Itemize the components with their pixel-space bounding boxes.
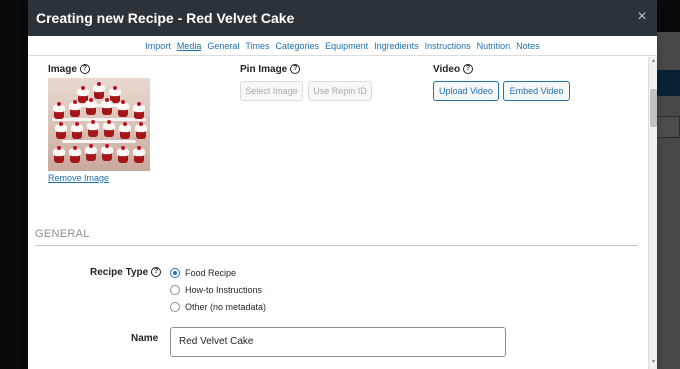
cupcake: [116, 100, 130, 117]
cupcake: [54, 122, 68, 139]
tab-ingredients[interactable]: Ingredients: [374, 41, 419, 51]
modal-scrollbar[interactable]: ▲ ▼: [648, 57, 657, 369]
tab-nutrition[interactable]: Nutrition: [477, 41, 511, 51]
scrollbar-thumb[interactable]: [650, 89, 657, 127]
modal-content: Image? Remove Image Pin Image ? Select I…: [28, 57, 648, 369]
cupcake: [100, 144, 114, 161]
modal-header: Creating new Recipe - Red Velvet Cake ×: [28, 0, 657, 36]
recipe-type-label: Recipe Type: [90, 267, 149, 278]
recipe-name-input[interactable]: Red Velvet Cake: [170, 327, 506, 357]
cupcake: [84, 98, 98, 115]
close-icon[interactable]: ×: [634, 8, 650, 26]
cupcake: [116, 146, 130, 163]
video-field-label: Video?: [433, 64, 474, 75]
cupcake: [86, 120, 100, 137]
recipe-image-thumbnail[interactable]: [48, 78, 150, 171]
cupcake: [52, 146, 66, 163]
radio-label: How-to Instructions: [185, 285, 263, 295]
cupcake: [68, 100, 82, 117]
tab-equipment[interactable]: Equipment: [325, 41, 368, 51]
radio-food-recipe[interactable]: Food Recipe: [170, 266, 236, 280]
video-label: Video: [433, 64, 461, 75]
cupcake: [100, 98, 114, 115]
tab-media[interactable]: Media: [177, 41, 202, 51]
scroll-up-arrow-icon[interactable]: ▲: [650, 58, 657, 64]
recipe-modal: Creating new Recipe - Red Velvet Cake × …: [28, 0, 657, 369]
tab-notes[interactable]: Notes: [516, 41, 540, 51]
tab-bar: Import Media General Times Categories Eq…: [28, 36, 657, 56]
radio-button[interactable]: [170, 285, 180, 295]
pin-image-field-label: Pin Image?: [240, 64, 301, 75]
help-circle-icon[interactable]: ?: [151, 267, 162, 278]
remove-image-link[interactable]: Remove Image: [48, 173, 109, 183]
tab-categories[interactable]: Categories: [276, 41, 320, 51]
cupcake: [118, 122, 132, 139]
scroll-down-arrow-icon[interactable]: ▼: [650, 359, 657, 365]
modal-title: Creating new Recipe - Red Velvet Cake: [36, 10, 295, 26]
help-circle-icon[interactable]: ?: [463, 64, 474, 75]
image-label: Image: [48, 64, 77, 75]
tab-import[interactable]: Import: [145, 41, 171, 51]
tab-instructions[interactable]: Instructions: [425, 41, 471, 51]
use-repin-id-button[interactable]: Use Repin ID: [308, 81, 372, 101]
help-circle-icon[interactable]: ?: [290, 64, 301, 75]
name-label: Name: [131, 333, 159, 344]
radio-button-checked[interactable]: [170, 268, 180, 278]
cupcake: [134, 122, 148, 139]
upload-video-button[interactable]: Upload Video: [433, 81, 499, 101]
radio-label: Food Recipe: [185, 268, 237, 278]
radio-label: Other (no metadata): [185, 302, 267, 312]
cupcake: [52, 102, 66, 119]
general-section-title: GENERAL: [35, 228, 90, 240]
embed-video-button[interactable]: Embed Video: [503, 81, 570, 101]
tab-times[interactable]: Times: [245, 41, 269, 51]
radio-button[interactable]: [170, 302, 180, 312]
cupcake: [68, 146, 82, 163]
cupcake: [102, 120, 116, 137]
cupcake: [92, 82, 106, 99]
pin-image-label: Pin Image: [240, 64, 288, 75]
section-divider: [35, 245, 638, 246]
cake-stand-tier: [62, 140, 136, 143]
cupcake: [70, 122, 84, 139]
radio-other-no-metadata[interactable]: Other (no metadata): [170, 300, 266, 314]
image-field-label: Image?: [48, 64, 90, 75]
recipe-type-field-label: Recipe Type?: [90, 267, 162, 278]
cupcake: [84, 144, 98, 161]
help-circle-icon[interactable]: ?: [79, 64, 90, 75]
select-image-button[interactable]: Select Image: [240, 81, 303, 101]
cupcake: [132, 146, 146, 163]
cupcake: [132, 102, 146, 119]
radio-how-to-instructions[interactable]: How-to Instructions: [170, 283, 262, 297]
tab-general[interactable]: General: [207, 41, 239, 51]
